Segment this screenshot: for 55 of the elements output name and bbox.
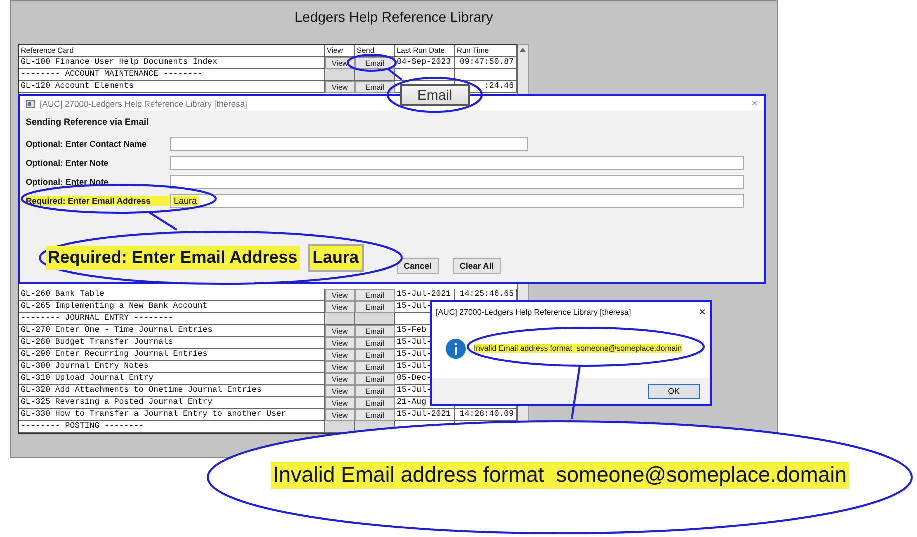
close-button[interactable]: ×: [698, 305, 706, 319]
info-icon: [446, 338, 466, 358]
table-cell: 09:47:50.87: [460, 58, 514, 67]
input-field[interactable]: [170, 175, 744, 189]
field-label: Required: Enter Email Address: [46, 246, 300, 270]
dialog-title: [AUC] 27000-Ledgers Help Reference Library [theresa]: [40, 98, 248, 108]
table-cell: GL-300 Journal Entry Notes: [19, 361, 325, 373]
table-cell: 15-Jul-: [397, 386, 432, 395]
highlight-ellipse: [347, 54, 397, 72]
table-cell: GL-265 Implementing a New Bank Account: [19, 301, 325, 313]
app-icon: [26, 100, 35, 108]
table-cell: 14:28:40.09: [460, 410, 514, 419]
input-field: Laura: [308, 244, 364, 272]
table-cell: GL-120 Account Elements: [19, 81, 325, 93]
table-cell: GL-310 Upload Journal Entry: [19, 373, 325, 385]
table-cell: GL-100 Finance User Help Documents Index: [19, 57, 325, 69]
dialog-button[interactable]: Clear All: [452, 258, 502, 274]
field-label: Optional: Enter Note: [26, 158, 110, 168]
table-cell: 05-Dec-: [397, 374, 432, 383]
table-cell: GL-330 How to Transfer a Journal Entry to another User: [19, 409, 325, 421]
table-cell: 14:25:46.65: [460, 290, 514, 299]
table-cell: :24.46: [484, 82, 514, 91]
table-cell: GL-290 Enter Recurring Journal Entries: [19, 349, 325, 361]
table-cell: 15-Jul-: [397, 350, 432, 359]
field-label: Required: Enter Email Address: [26, 196, 170, 206]
leader-line: [149, 212, 178, 231]
input-field[interactable]: Laura: [170, 194, 744, 208]
table-cell: GL-325 Reversing a Posted Journal Entry: [19, 397, 325, 409]
table-cell: 15-Jul-: [397, 338, 432, 347]
table-cell: 15-Jul-: [397, 302, 432, 311]
ok-button[interactable]: OK: [648, 384, 700, 398]
section-heading: -------- ACCOUNT MAINTENANCE --------: [19, 69, 325, 81]
table-cell: GL-270 Enter One - Time Journal Entries: [19, 325, 325, 337]
table-cell: 15-Jul-2021: [397, 410, 452, 419]
error-message: Invalid Email address format someone@someplace.domain: [271, 462, 849, 489]
table-cell: GL-280 Budget Transfer Journals: [19, 337, 325, 349]
field-label: Optional: Enter Contact Name: [26, 139, 148, 149]
section-heading: -------- POSTING --------: [19, 421, 325, 433]
leader-line: [387, 68, 403, 81]
email-button[interactable]: Email: [400, 84, 470, 106]
section-heading: -------- JOURNAL ENTRY --------: [19, 313, 325, 325]
table-cell: 15-Jul-: [397, 362, 432, 371]
table-cell: GL-260 Bank Table: [19, 289, 325, 301]
dialog-title: [AUC] 27000-Ledgers Help Reference Library [theresa]: [436, 308, 632, 316]
dialog-heading: Sending Reference via Email: [26, 117, 150, 127]
table-cell: 04-Sep-2023: [397, 58, 452, 67]
scroll-up-icon[interactable]: [520, 48, 526, 52]
table-cell: GL-320 Add Attachments to Onetime Journal Entries: [19, 385, 325, 397]
input-field[interactable]: [170, 156, 744, 170]
input-field[interactable]: [170, 137, 528, 151]
table-cell: 15-Jul-2021: [397, 290, 452, 299]
window-title: Ledgers Help Reference Library: [294, 9, 494, 25]
table-cell: 15-Feb: [397, 326, 426, 335]
table-cell: 21-Aug: [397, 398, 426, 407]
dialog-button[interactable]: Cancel: [397, 258, 439, 274]
